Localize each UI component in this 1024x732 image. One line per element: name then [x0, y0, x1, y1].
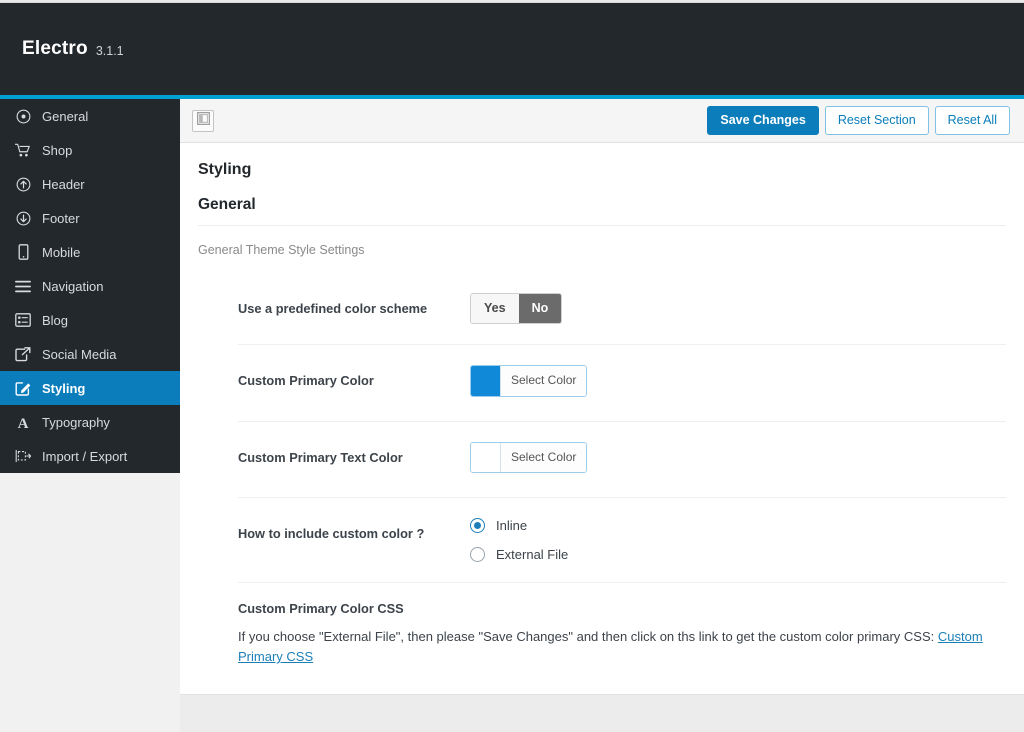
arrow-down-circle-icon: [12, 211, 34, 226]
radio-option-inline[interactable]: Inline: [470, 518, 1006, 534]
toggle-option-no[interactable]: No: [518, 294, 562, 323]
field-row-include-method: How to include custom color ? Inline Ext…: [238, 498, 1006, 584]
settings-panel: Styling General General Theme Style Sett…: [180, 143, 1024, 694]
import-export-icon: [12, 449, 34, 463]
share-icon: [12, 346, 34, 362]
color-swatch[interactable]: [471, 442, 501, 473]
sidebar-item-label: Footer: [42, 210, 80, 226]
field-row-color-scheme: Use a predefined color scheme Yes No: [238, 273, 1006, 345]
sidebar-item-label: Blog: [42, 312, 69, 328]
sidebar-item-shop[interactable]: Shop: [0, 133, 180, 167]
toolbar-actions: Save Changes Reset Section Reset All: [701, 106, 1010, 135]
radio-button-icon[interactable]: [470, 518, 485, 534]
field-label: How to include custom color ?: [238, 526, 425, 542]
radio-label: External File: [496, 547, 569, 563]
sidebar-item-import-export[interactable]: Import / Export: [0, 439, 180, 473]
sidebar-item-label: Navigation: [42, 278, 104, 294]
bars-icon: [12, 280, 34, 293]
collapse-sidebar-icon: [196, 111, 210, 130]
sidebar-item-footer[interactable]: Footer: [0, 201, 180, 235]
brand-version: 3.1.1: [95, 44, 124, 58]
reset-section-button[interactable]: Reset Section: [824, 106, 929, 135]
sidebar-item-typography[interactable]: A Typography: [0, 405, 180, 439]
field-row-primary-text-color: Custom Primary Text Color Select Color: [238, 422, 1006, 499]
content-toolbar: Save Changes Reset Section Reset All: [180, 99, 1024, 143]
sidebar-item-general[interactable]: General: [0, 99, 180, 133]
sidebar-item-navigation[interactable]: Navigation: [0, 269, 180, 303]
app-header: Electro 3.1.1: [0, 3, 1024, 95]
content-footer: Save Changes Reset Section Reset All: [180, 694, 1024, 732]
field-control: Select Color: [470, 441, 1006, 478]
page-body: General Shop Header Footer Mobile Naviga…: [0, 99, 1024, 732]
sidebar-item-mobile[interactable]: Mobile: [0, 235, 180, 269]
sidebar-item-blog[interactable]: Blog: [0, 303, 180, 337]
color-swatch[interactable]: [471, 366, 501, 396]
color-scheme-toggle[interactable]: Yes No: [470, 293, 563, 324]
mobile-phone-icon: [12, 244, 34, 260]
sidebar-menu: General Shop Header Footer Mobile Naviga…: [0, 99, 180, 473]
sidebar-item-label: Styling: [42, 380, 86, 396]
sidebar-item-label: Mobile: [42, 244, 81, 260]
svg-text:A: A: [18, 416, 29, 430]
arrow-up-circle-icon: [12, 177, 34, 192]
brand-title: Electro: [22, 38, 88, 59]
field-control: Inline External File: [470, 518, 1006, 563]
field-label: Use a predefined color scheme: [238, 301, 428, 316]
select-color-label[interactable]: Select Color: [501, 366, 587, 396]
field-row-primary-color: Custom Primary Color Select Color: [238, 345, 1006, 422]
field-control: Select Color: [470, 365, 1006, 401]
content-area: Save Changes Reset Section Reset All Sty…: [180, 99, 1024, 732]
collapse-sidebar-button[interactable]: [192, 109, 214, 132]
font-letter-a-icon: A: [12, 415, 34, 430]
sidebar-item-label: Shop: [42, 142, 73, 158]
custom-css-description: If you choose "External File", then plea…: [238, 629, 938, 645]
sidebar-item-label: Header: [42, 176, 85, 192]
sidebar-item-label: General: [42, 108, 89, 124]
primary-color-picker[interactable]: Select Color: [470, 365, 588, 397]
page-title: Styling: [198, 161, 252, 178]
sidebar: General Shop Header Footer Mobile Naviga…: [0, 99, 180, 732]
field-label: Custom Primary Text Color: [238, 449, 403, 465]
save-changes-button[interactable]: Save Changes: [707, 106, 819, 135]
toggle-option-yes[interactable]: Yes: [471, 294, 519, 323]
sidebar-item-styling[interactable]: Styling: [0, 371, 180, 405]
radio-option-external-file[interactable]: External File: [470, 547, 1006, 563]
reset-all-button[interactable]: Reset All: [934, 106, 1010, 135]
field-row-custom-css-info: Custom Primary Color CSS If you choose "…: [238, 583, 1006, 667]
section-title: General: [198, 179, 1006, 226]
settings-fields: Use a predefined color scheme Yes No Cus…: [198, 273, 1006, 667]
radio-button-icon[interactable]: [470, 547, 485, 563]
dot-circle-icon: [12, 109, 34, 124]
field-label: Custom Primary Color: [238, 373, 374, 388]
pencil-square-icon: [12, 381, 34, 396]
sidebar-item-label: Social Media: [42, 346, 117, 362]
sidebar-item-social-media[interactable]: Social Media: [0, 337, 180, 371]
field-control: Yes No: [470, 293, 1006, 324]
section-description: General Theme Style Settings: [198, 243, 365, 257]
select-color-label[interactable]: Select Color: [501, 442, 587, 473]
custom-css-title: Custom Primary Color CSS: [238, 601, 404, 617]
list-alt-icon: [12, 313, 34, 327]
shopping-cart-icon: [12, 143, 34, 158]
custom-css-text: If you choose "External File", then plea…: [238, 627, 1006, 667]
sidebar-item-header[interactable]: Header: [0, 167, 180, 201]
radio-label: Inline: [496, 518, 528, 534]
sidebar-item-label: Typography: [42, 414, 110, 430]
primary-text-color-picker[interactable]: Select Color: [470, 441, 588, 474]
sidebar-item-label: Import / Export: [42, 448, 128, 464]
